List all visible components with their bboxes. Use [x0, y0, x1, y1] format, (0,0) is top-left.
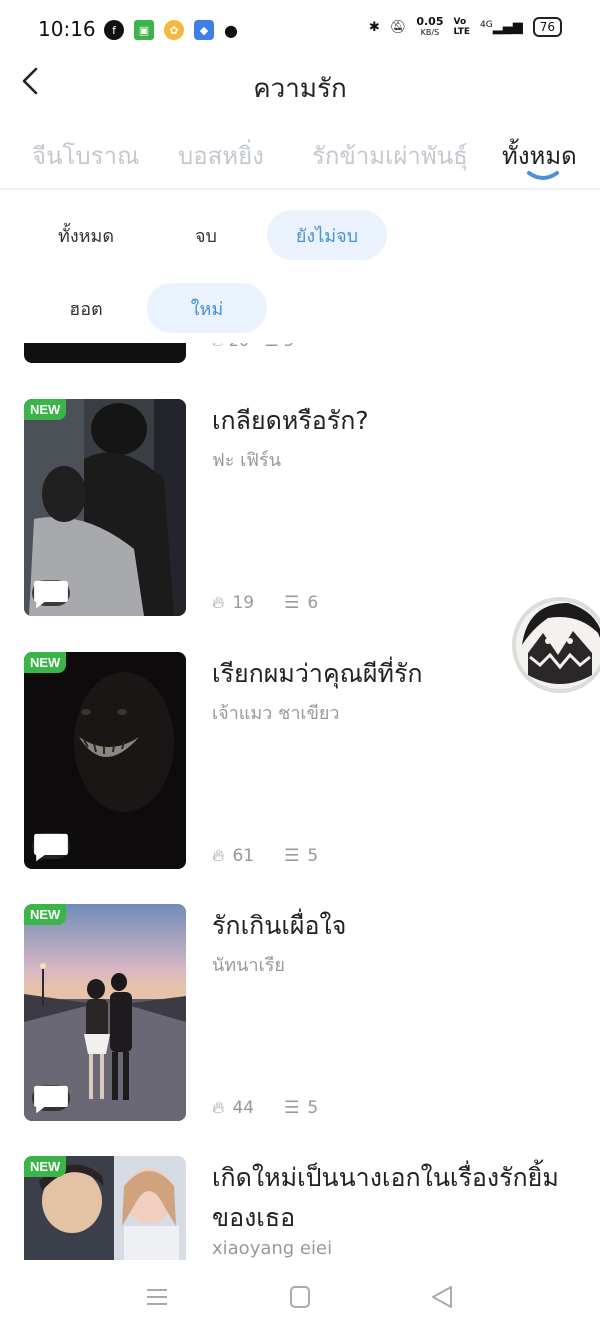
chapters-icon: ☰: [264, 343, 278, 350]
sort-new[interactable]: ใหม่: [147, 283, 267, 333]
fire-icon: 🔥︎: [212, 846, 225, 866]
story-stats: 🔥︎ 44 ☰ 5: [212, 1098, 318, 1118]
fire-icon: 🔥︎: [212, 1098, 225, 1118]
fire-icon: 🔥︎: [212, 343, 224, 350]
category-tabs: จีนโบราณ บอสหยิ่ง รักข้ามเผ่าพันธุ์ ทั้ง…: [0, 130, 600, 190]
new-badge: NEW: [24, 652, 67, 673]
story-title[interactable]: เกลียดหรือรัก?: [212, 401, 582, 441]
story-list: 🔥︎ 20 ☰ 5 NEW เกลียดหรือรัก? ฟะ เฟิร์น �: [0, 343, 600, 1260]
list-item[interactable]: NEW รักเกินเผื่อใจ นัทนาเรีย 🔥︎ 44 ☰ 5: [0, 904, 600, 1124]
tab-chinese-ancient[interactable]: จีนโบราณ: [32, 136, 139, 175]
likes-count: 44: [232, 1098, 255, 1118]
back-icon[interactable]: [422, 1280, 462, 1314]
chapters-count: 6: [307, 593, 319, 613]
photos-icon: ✿: [164, 20, 184, 40]
filter-all[interactable]: ทั้งหมด: [26, 210, 146, 260]
bluetooth-icon: ✱: [368, 19, 380, 35]
filter-completed[interactable]: จบ: [146, 210, 266, 260]
story-author: นัทนาเรีย: [212, 955, 285, 976]
new-badge: NEW: [24, 399, 67, 420]
likes-count: 20: [229, 343, 249, 350]
story-author: xiaoyang eiei: [212, 1238, 333, 1259]
sort-hot[interactable]: ฮอต: [26, 283, 146, 333]
tab-arrogant-boss[interactable]: บอสหยิ่ง: [178, 136, 264, 175]
app-store-icon: ▣: [134, 20, 154, 40]
active-tab-indicator: [527, 171, 559, 180]
status-bar: 10:16 f ▣ ✿ ◆ ● ✱ 🔕︎ 0.05 KB/S Vo LTE 4G…: [0, 0, 600, 60]
fire-icon: 🔥︎: [212, 593, 225, 613]
likes-count: 19: [232, 593, 255, 613]
volte-icon: Vo: [453, 17, 467, 27]
chapters-count: 5: [307, 1098, 319, 1118]
story-stats: 🔥︎ 20 ☰ 5: [212, 343, 294, 351]
system-nav-bar: [0, 1262, 600, 1333]
menu-icon[interactable]: [137, 1280, 177, 1314]
story-cover[interactable]: NEW: [24, 1156, 186, 1260]
story-title[interactable]: รักเกินเผื่อใจ: [212, 906, 582, 946]
story-author: ฟะ เฟิร์น: [212, 450, 282, 471]
signal-icon: 4G▂▄▆: [480, 19, 523, 35]
story-cover[interactable]: NEW: [24, 904, 186, 1121]
new-badge: NEW: [24, 904, 67, 925]
mute-icon: 🔕︎: [389, 19, 407, 35]
battery-icon: 76: [532, 17, 562, 37]
tab-interspecies-love[interactable]: รักข้ามเผ่าพันธุ์: [312, 136, 468, 175]
facebook-icon: f: [104, 20, 124, 40]
comment-icon: [32, 1085, 70, 1113]
chapters-icon: ☰: [284, 846, 300, 866]
home-icon[interactable]: [280, 1280, 320, 1314]
comment-icon: [32, 833, 70, 861]
story-cover[interactable]: [24, 343, 186, 363]
story-title[interactable]: เกิดใหม่เป็นนางเอกในเรื่องรักยิ้มของเธอ: [212, 1158, 582, 1238]
page-title: ความรัก: [253, 74, 347, 104]
comment-icon: [32, 580, 70, 608]
list-item[interactable]: NEW เกลียดหรือรัก? ฟะ เฟิร์น 🔥︎ 19 ☰ 6: [0, 399, 600, 619]
list-item[interactable]: NEW เกิดใหม่เป็นนางเอกในเรื่องรักยิ้มของ…: [0, 1156, 600, 1260]
chapters-count: 5: [307, 846, 319, 866]
volte-lte-label: LTE: [453, 27, 471, 37]
story-cover[interactable]: NEW: [24, 399, 186, 616]
dot-icon: ●: [224, 20, 238, 40]
chapters-icon: ☰: [284, 1098, 300, 1118]
network-speed-unit: KB/S: [420, 28, 440, 37]
story-stats: 🔥︎ 61 ☰ 5: [212, 846, 318, 866]
chapters-icon: ☰: [284, 593, 300, 613]
status-time: 10:16: [38, 17, 96, 41]
network-speed: 0.05: [416, 15, 444, 28]
chapters-count: 5: [284, 343, 294, 350]
story-cover[interactable]: NEW: [24, 652, 186, 869]
floating-avatar-button[interactable]: [508, 593, 600, 698]
filter-ongoing[interactable]: ยังไม่จบ: [267, 210, 387, 260]
new-badge: NEW: [24, 1156, 67, 1177]
likes-count: 61: [232, 846, 255, 866]
story-stats: 🔥︎ 19 ☰ 6: [212, 593, 318, 613]
browser-icon: ◆: [194, 20, 214, 40]
story-author: เจ้าแมว ชาเขียว: [212, 703, 340, 724]
